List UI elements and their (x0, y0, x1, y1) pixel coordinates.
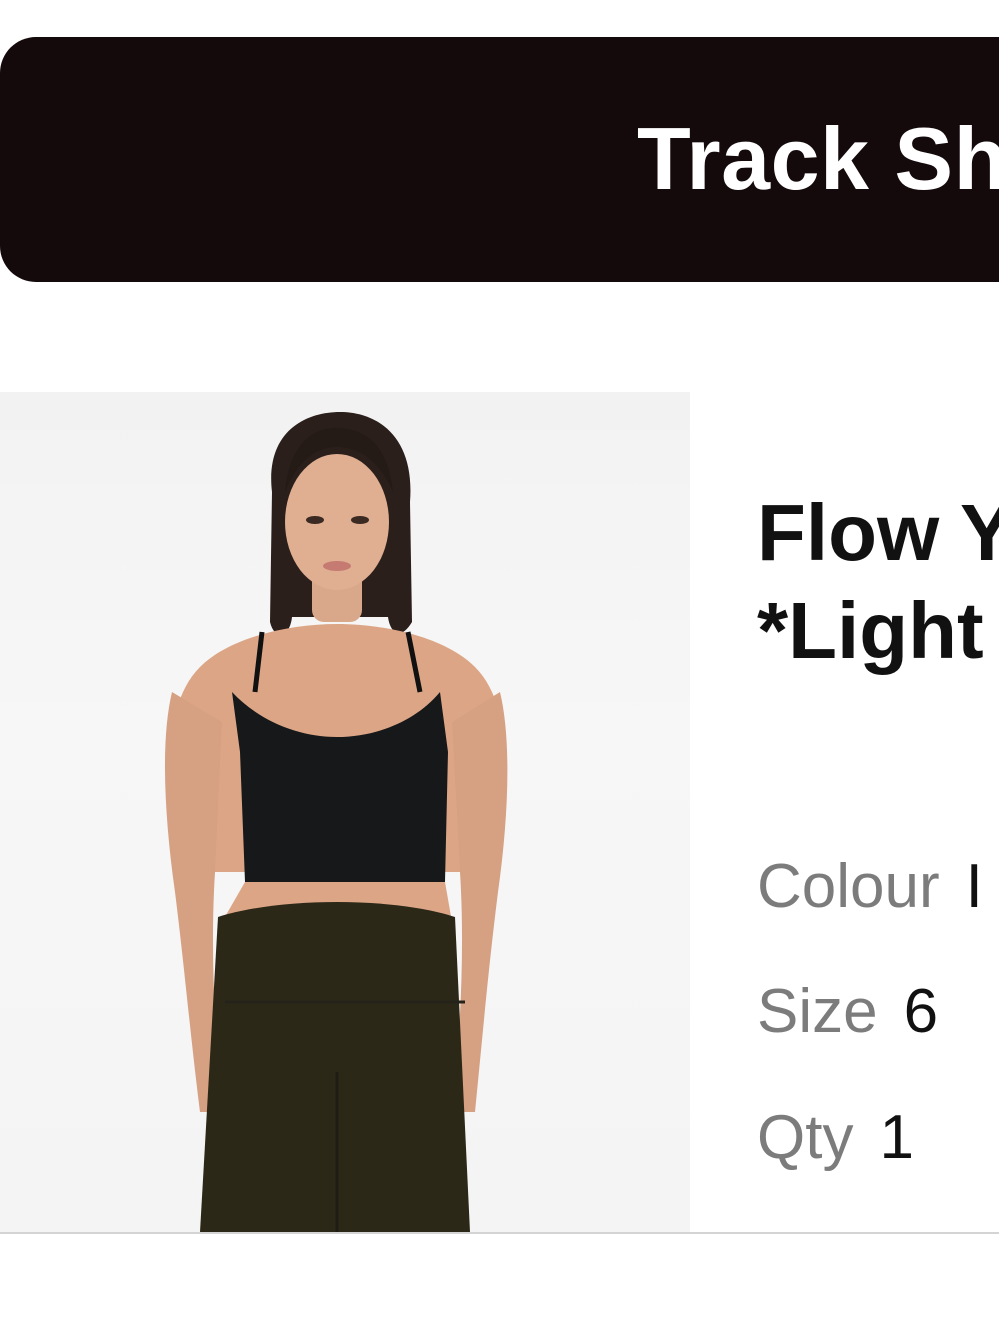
section-divider (0, 1232, 999, 1234)
product-image[interactable] (0, 392, 690, 1232)
size-label: Size (757, 977, 878, 1046)
track-shipment-label: Track Sh (637, 109, 999, 208)
product-title-line-2: *Light (757, 586, 984, 675)
product-title-line-1: Flow Y (757, 488, 999, 577)
order-details-screen: Track Sh Flow Y *Light Colour I Size 6 Q… (0, 0, 999, 1333)
size-value: 6 (903, 977, 939, 1046)
qty-row: Qty 1 (757, 1103, 914, 1173)
qty-value: 1 (879, 1103, 914, 1172)
colour-value: I (965, 852, 983, 921)
product-title[interactable]: Flow Y *Light (757, 484, 999, 680)
colour-label: Colour (757, 852, 940, 921)
qty-label: Qty (757, 1103, 854, 1172)
model-photo-icon (164, 412, 508, 1232)
colour-row: Colour I (757, 852, 983, 922)
size-row: Size 6 (757, 977, 938, 1047)
